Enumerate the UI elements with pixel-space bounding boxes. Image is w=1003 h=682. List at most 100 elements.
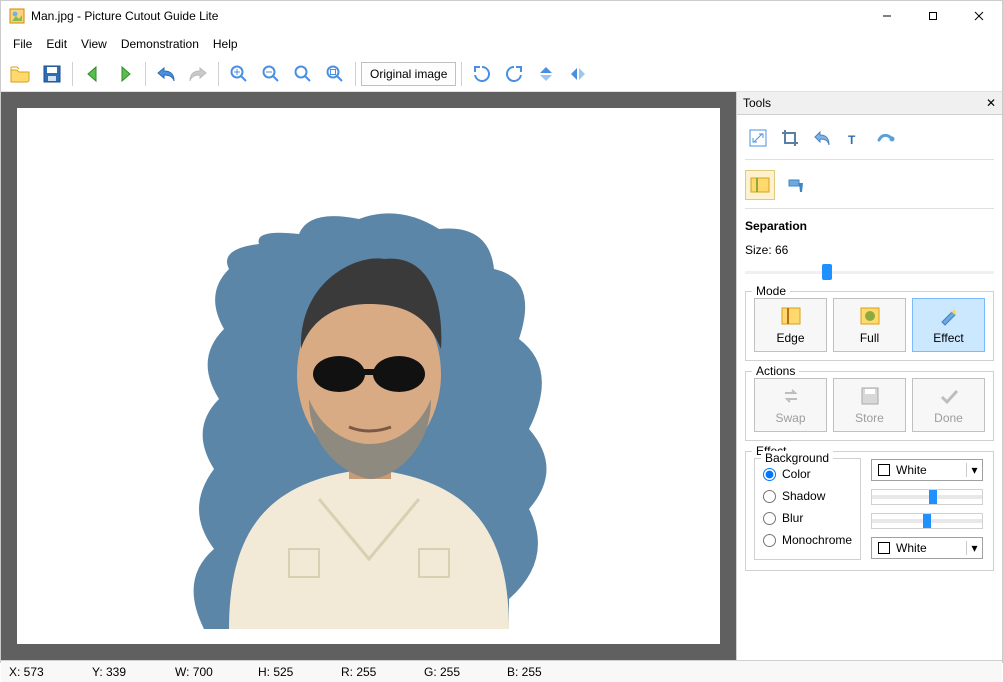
monochrome-select[interactable]: White ▾ (871, 537, 983, 559)
mode-edge-button[interactable]: Edge (754, 298, 827, 352)
status-r: R: 255 (341, 665, 396, 679)
mode-full-button[interactable]: Full (833, 298, 906, 352)
size-slider[interactable] (745, 263, 994, 281)
tools-panel: Tools ✕ T Separation Size: 66 Mode (736, 92, 1002, 660)
status-y: Y: 339 (92, 665, 147, 679)
bg-color-input[interactable] (763, 468, 776, 481)
canvas-border (1, 92, 736, 660)
prev-button[interactable] (78, 59, 108, 89)
bg-blur-input[interactable] (763, 512, 776, 525)
statusbar: X: 573 Y: 339 W: 700 H: 525 R: 255 G: 25… (1, 660, 1002, 682)
image-canvas[interactable] (17, 108, 720, 644)
store-button[interactable]: Store (833, 378, 906, 432)
tools-icon-row: T (745, 121, 994, 160)
tools-panel-title: Tools (743, 96, 986, 110)
bg-shadow-label: Shadow (782, 489, 825, 503)
minimize-button[interactable] (864, 1, 910, 31)
window-title: Man.jpg - Picture Cutout Guide Lite (31, 9, 864, 23)
mode-fieldset: Mode Edge Full Effect (745, 291, 994, 361)
paint-tab[interactable] (781, 170, 811, 200)
mode-edge-label: Edge (776, 331, 804, 345)
background-fieldset: Background Color Shadow Blur Monochrome (754, 458, 861, 560)
status-x: X: 573 (9, 665, 64, 679)
bg-monochrome-radio[interactable]: Monochrome (763, 529, 852, 551)
status-b: B: 255 (507, 665, 562, 679)
toolbar: Original image (1, 57, 1002, 92)
rotate-ccw-button[interactable] (499, 59, 529, 89)
mono-swatch-icon (878, 542, 890, 554)
swap-label: Swap (775, 411, 805, 425)
resize-tool-icon[interactable] (745, 125, 771, 151)
menu-view[interactable]: View (75, 35, 113, 53)
done-button[interactable]: Done (912, 378, 985, 432)
color-swatch-icon (878, 464, 890, 476)
tools-panel-header: Tools ✕ (737, 92, 1002, 115)
maximize-button[interactable] (910, 1, 956, 31)
open-button[interactable] (5, 59, 35, 89)
photo-subject (159, 199, 579, 639)
menu-edit[interactable]: Edit (40, 35, 73, 53)
swap-button[interactable]: Swap (754, 378, 827, 432)
section-title: Separation (745, 215, 994, 237)
actions-legend: Actions (752, 364, 799, 378)
shadow-slider[interactable] (871, 489, 983, 505)
undo-tool-icon[interactable] (809, 125, 835, 151)
zoom-out-button[interactable] (256, 59, 286, 89)
mode-effect-button[interactable]: Effect (912, 298, 985, 352)
zoom-in-button[interactable] (224, 59, 254, 89)
toolbar-separator (145, 62, 146, 86)
tool-tab-strip (745, 166, 994, 209)
bg-blur-radio[interactable]: Blur (763, 507, 852, 529)
chevron-down-icon: ▾ (966, 463, 982, 477)
canvas-wrap (1, 92, 736, 660)
menu-file[interactable]: File (7, 35, 38, 53)
status-g: G: 255 (424, 665, 479, 679)
blur-slider[interactable] (871, 513, 983, 529)
tools-panel-close-icon[interactable]: ✕ (986, 96, 996, 110)
bg-blur-label: Blur (782, 511, 803, 525)
mode-effect-label: Effect (933, 331, 963, 345)
titlebar: Man.jpg - Picture Cutout Guide Lite (1, 1, 1002, 31)
background-legend: Background (761, 451, 833, 465)
crop-tool-icon[interactable] (777, 125, 803, 151)
menu-help[interactable]: Help (207, 35, 244, 53)
effect-fieldset: Effect Background Color Shadow Blur Mono… (745, 451, 994, 571)
color-select[interactable]: White ▾ (871, 459, 983, 481)
rotate-cw-button[interactable] (467, 59, 497, 89)
mode-legend: Mode (752, 284, 790, 298)
next-button[interactable] (110, 59, 140, 89)
store-label: Store (855, 411, 884, 425)
chevron-down-icon: ▾ (966, 541, 982, 555)
toolbar-separator (218, 62, 219, 86)
toolbar-separator (72, 62, 73, 86)
status-h: H: 525 (258, 665, 313, 679)
status-w: W: 700 (175, 665, 230, 679)
bg-mono-input[interactable] (763, 534, 776, 547)
zoom-fit-button[interactable] (288, 59, 318, 89)
bg-mono-label: Monochrome (782, 533, 852, 547)
flip-vertical-button[interactable] (531, 59, 561, 89)
original-image-button[interactable]: Original image (361, 62, 456, 86)
bg-shadow-radio[interactable]: Shadow (763, 485, 852, 507)
undo-button[interactable] (151, 59, 181, 89)
close-button[interactable] (956, 1, 1002, 31)
bg-shadow-input[interactable] (763, 490, 776, 503)
toolbar-separator (355, 62, 356, 86)
size-label: Size: 66 (745, 243, 994, 257)
mode-full-label: Full (860, 331, 879, 345)
flip-horizontal-button[interactable] (563, 59, 593, 89)
zoom-actual-button[interactable] (320, 59, 350, 89)
toolbar-separator (461, 62, 462, 86)
menubar: File Edit View Demonstration Help (1, 31, 1002, 57)
app-icon (9, 8, 25, 24)
text-tool-icon[interactable]: T (841, 125, 867, 151)
menu-demonstration[interactable]: Demonstration (115, 35, 205, 53)
settings-tool-icon[interactable] (873, 125, 899, 151)
bg-color-radio[interactable]: Color (763, 463, 852, 485)
actions-fieldset: Actions Swap Store Done (745, 371, 994, 441)
redo-button[interactable] (183, 59, 213, 89)
color-select-value: White (896, 463, 966, 477)
separation-tab[interactable] (745, 170, 775, 200)
bg-color-label: Color (782, 467, 811, 481)
save-button[interactable] (37, 59, 67, 89)
